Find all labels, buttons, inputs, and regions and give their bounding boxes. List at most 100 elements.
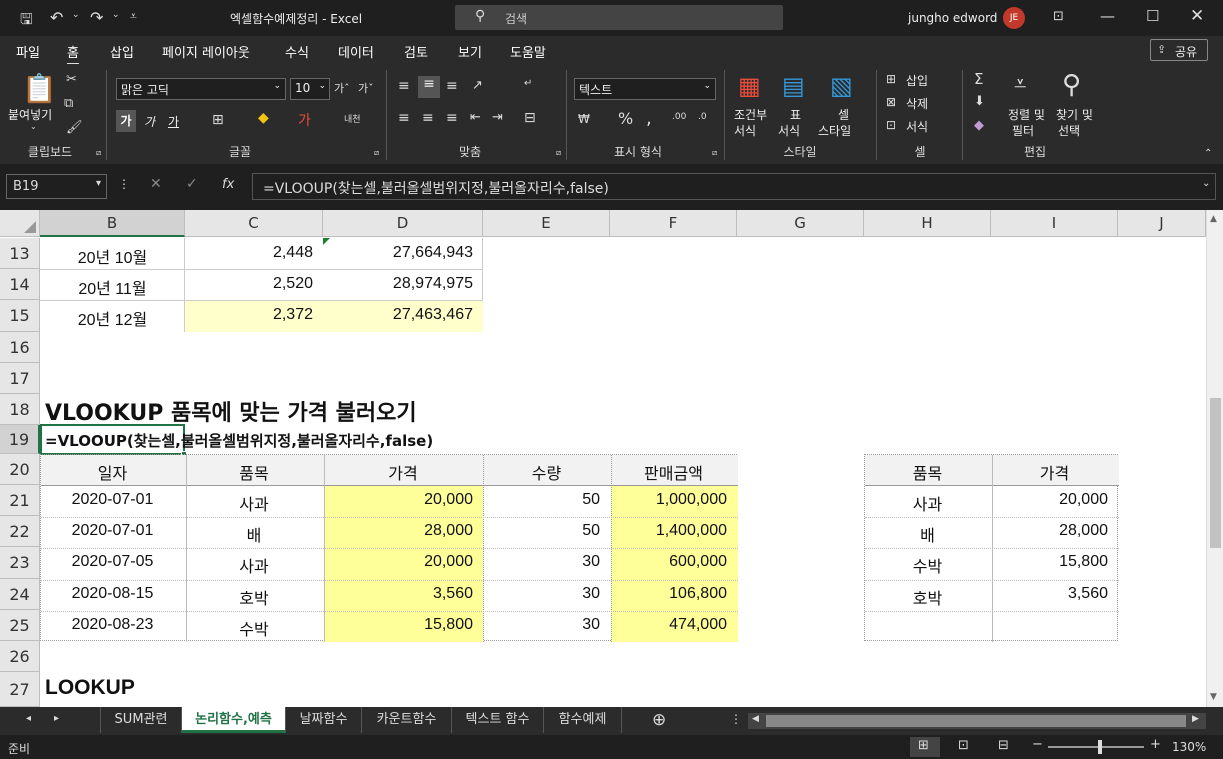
scrollbar-thumb[interactable] (766, 715, 1186, 727)
row-header[interactable]: 25 (0, 610, 40, 641)
lookup-row-price[interactable]: 15,800 (991, 553, 1118, 571)
scroll-right-icon[interactable]: ▶ (1192, 714, 1199, 724)
font-color-icon[interactable]: 가 (298, 110, 311, 130)
column-header-G[interactable]: G (737, 210, 864, 237)
align-center-icon[interactable]: ≡ (422, 110, 434, 126)
row-header[interactable]: 26 (0, 641, 40, 672)
lookup-row-price[interactable]: 20,000 (991, 491, 1118, 509)
tab-page-layout[interactable]: 페이지 레이아웃 (162, 42, 250, 61)
column-header-C[interactable]: C (185, 210, 323, 237)
dialog-launcher-icon[interactable]: ⧄ (374, 148, 379, 158)
align-left-icon[interactable]: ≡ (398, 110, 410, 126)
increase-font-icon[interactable]: 가ˆ (334, 80, 350, 96)
tab-formulas[interactable]: 수식 (285, 42, 309, 61)
delete-cells-icon[interactable]: ⊠ (886, 95, 896, 109)
row-header[interactable]: 14 (0, 269, 40, 300)
row-header[interactable]: 15 (0, 300, 40, 332)
dialog-launcher-icon[interactable]: ⧄ (712, 148, 717, 158)
table-row-date[interactable]: 2020-08-15 (40, 585, 185, 603)
undo-icon[interactable]: ↶ (50, 8, 63, 27)
row-header[interactable]: 17 (0, 363, 40, 394)
row-header[interactable]: 20 (0, 454, 40, 485)
tab-review[interactable]: 검토 (404, 42, 428, 61)
lookup-row-item[interactable]: 수박 (864, 553, 991, 577)
lookup-row-item[interactable]: 호박 (864, 585, 991, 609)
redo-icon[interactable]: ↷ (90, 8, 103, 27)
heading-lookup[interactable]: LOOKUP (45, 676, 135, 700)
format-table-label2[interactable]: 서식 (778, 122, 800, 139)
next-sheet-icon[interactable]: ▸ (54, 713, 59, 724)
header-qty[interactable]: 수량 (483, 460, 610, 484)
cell-C14[interactable]: 2,520 (185, 275, 323, 293)
table-row-amount[interactable]: 1,000,000 (610, 491, 737, 509)
zoom-slider[interactable] (1048, 740, 1144, 754)
sort-filter-label2[interactable]: 필터 (1012, 122, 1034, 139)
phonetic-icon[interactable]: 내천 (344, 112, 361, 125)
table-row-price[interactable]: 15,800 (323, 616, 483, 634)
header-price[interactable]: 가격 (323, 460, 483, 484)
worksheet-grid[interactable]: B C D E F G H I J 13 14 15 16 17 18 19 2… (0, 210, 1223, 707)
add-sheet-icon[interactable]: ⊕ (652, 710, 666, 730)
column-header-H[interactable]: H (864, 210, 991, 237)
row-header[interactable]: 16 (0, 332, 40, 363)
cell-styles-label1[interactable]: 셀 (838, 106, 849, 123)
column-header-J[interactable]: J (1118, 210, 1206, 237)
header-amount[interactable]: 판매금액 (610, 460, 737, 484)
row-header-selected[interactable]: 19 (0, 425, 40, 454)
italic-button[interactable]: 가 (144, 113, 155, 130)
table-row-qty[interactable]: 30 (483, 616, 610, 634)
fill-icon[interactable]: ⬇ (974, 94, 985, 109)
table-row-price[interactable]: 20,000 (323, 553, 483, 571)
tab-data[interactable]: 데이터 (338, 42, 374, 61)
vertical-scrollbar[interactable]: ▲ ▼ (1206, 210, 1223, 707)
find-select-label1[interactable]: 찾기 및 (1056, 106, 1093, 123)
paste-icon[interactable]: 📋 (22, 72, 57, 105)
table-row-date[interactable]: 2020-07-05 (40, 553, 185, 571)
row-header[interactable]: 24 (0, 579, 40, 610)
row-header[interactable]: 22 (0, 516, 40, 547)
table-row-item[interactable]: 호박 (185, 585, 323, 609)
column-header-E[interactable]: E (483, 210, 610, 237)
insert-cells-icon[interactable]: ⊞ (886, 72, 896, 86)
cell-styles-icon[interactable]: ▧ (830, 72, 853, 100)
table-row-price[interactable]: 20,000 (323, 491, 483, 509)
lookup-row-price[interactable]: 3,560 (991, 585, 1118, 603)
autosum-icon[interactable]: Σ (974, 70, 983, 88)
lookup-header-price[interactable]: 가격 (991, 460, 1118, 484)
find-select-icon[interactable]: ⚲ (1062, 70, 1081, 100)
font-size-select[interactable]: 10 ⌄ (290, 78, 330, 100)
table-row-price[interactable]: 28,000 (323, 522, 483, 540)
number-format-select[interactable]: 텍스트 ⌄ (574, 78, 716, 100)
page-break-view-icon[interactable]: ⊟ (998, 738, 1009, 753)
conditional-format-label1[interactable]: 조건부 (734, 106, 767, 123)
tab-insert[interactable]: 삽입 (110, 42, 134, 61)
font-name-select[interactable]: 맑은 고딕 ⌄ (116, 78, 286, 100)
table-row-date[interactable]: 2020-08-23 (40, 616, 185, 634)
align-bottom-icon[interactable]: ≡ (446, 78, 458, 94)
format-cells-icon[interactable]: ⊡ (886, 118, 896, 132)
normal-view-button[interactable]: ⊞ (910, 737, 940, 757)
row-header[interactable]: 27 (0, 672, 40, 707)
share-button[interactable]: ⇪ 공유 (1150, 39, 1208, 61)
delete-cells-button[interactable]: 삭제 (906, 95, 928, 112)
sort-filter-label1[interactable]: 정렬 및 (1008, 106, 1045, 123)
column-header-I[interactable]: I (991, 210, 1118, 237)
insert-cells-button[interactable]: 삽입 (906, 72, 928, 89)
cut-icon[interactable]: ✂ (66, 72, 77, 87)
cell-D15[interactable]: 27,463,467 (323, 306, 483, 324)
table-row-qty[interactable]: 30 (483, 585, 610, 603)
border-icon[interactable]: ⊞ (212, 112, 224, 128)
chevron-down-icon[interactable]: ⌄ (30, 122, 37, 131)
tab-view[interactable]: 보기 (458, 42, 482, 61)
paste-button[interactable]: 붙여넣기 (8, 106, 52, 123)
lookup-row-item[interactable]: 배 (864, 522, 991, 546)
close-icon[interactable]: ✕ (1190, 6, 1204, 26)
lookup-header-item[interactable]: 품목 (864, 460, 991, 484)
tab-help[interactable]: 도움말 (510, 42, 546, 61)
find-select-label2[interactable]: 선택 (1058, 122, 1080, 139)
dialog-launcher-icon[interactable]: ⧄ (96, 148, 101, 158)
row-header[interactable]: 18 (0, 394, 40, 425)
table-row-item[interactable]: 사과 (185, 553, 323, 577)
insert-function-button[interactable]: fx (222, 177, 234, 192)
cell-B19-formula-text[interactable]: =VLOOUP(찾는셀,불러올셀범위지정,불러올자리수,false) (45, 430, 433, 451)
